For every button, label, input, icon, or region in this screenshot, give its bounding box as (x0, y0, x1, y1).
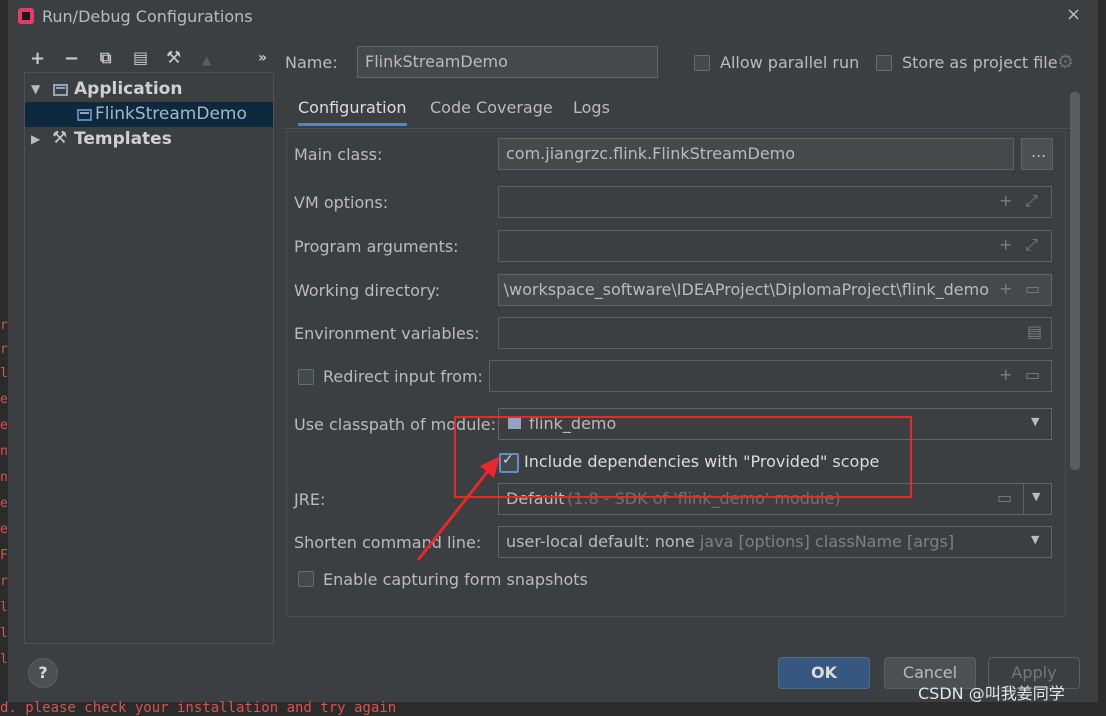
editor-fragment: e (0, 418, 8, 433)
title-bar: Run/Debug Configurations × (8, 0, 1098, 34)
expand-icon[interactable]: ⤢ (1025, 235, 1038, 255)
editor-fragment: r (0, 342, 8, 357)
tree-label: Application (74, 79, 183, 99)
redirect-input-field[interactable]: + ▭ (489, 360, 1052, 392)
console-output: d. please check your installation and tr… (0, 700, 397, 716)
annotation-highlight-box (454, 416, 912, 498)
editor-fragment: l (0, 366, 8, 381)
allow-parallel-checkbox[interactable] (694, 55, 710, 71)
editor-fragment: e (0, 522, 8, 537)
editor-fragment: e (0, 496, 8, 511)
browse-button[interactable]: ... (1021, 138, 1053, 170)
shorten-command-select[interactable]: user-local default: none - java [options… (498, 526, 1052, 558)
tab-configuration[interactable]: Configuration (298, 98, 407, 126)
ok-button[interactable]: OK (778, 657, 870, 689)
store-project-label: Store as project file (902, 53, 1058, 72)
document-icon[interactable]: ▤ (1027, 322, 1042, 341)
intellij-logo-icon (18, 8, 34, 24)
tab-divider (284, 128, 1070, 129)
watermark: CSDN @叫我姜同学 (918, 684, 1065, 703)
store-project-checkbox[interactable] (876, 55, 892, 71)
add-icon[interactable]: + (999, 235, 1012, 254)
working-directory-label: Working directory: (294, 281, 441, 300)
chevron-down-icon[interactable]: ▼ (1032, 490, 1040, 503)
application-icon (53, 84, 68, 96)
main-class-input[interactable]: com.jiangrzc.flink.FlinkStreamDemo (498, 138, 1014, 170)
capture-snapshots-checkbox[interactable] (298, 571, 314, 587)
dialog-title: Run/Debug Configurations (42, 7, 253, 26)
expand-icon[interactable]: ⤢ (1025, 191, 1038, 211)
allow-parallel-label: Allow parallel run (720, 53, 860, 72)
vm-options-label: VM options: (294, 193, 389, 212)
remove-icon[interactable]: − (64, 48, 79, 69)
editor-fragment: l (0, 626, 8, 641)
wrench-icon[interactable]: ⚒ (166, 48, 181, 68)
working-directory-input[interactable]: D:\workspace_software\IDEAProject\Diplom… (498, 274, 1052, 306)
chevron-down-icon[interactable]: ▼ (1031, 533, 1039, 546)
annotation-arrow-icon (416, 456, 500, 561)
main-class-label: Main class: (294, 145, 383, 164)
editor-fragment: l (0, 600, 8, 615)
tree-item-templates[interactable]: ▶ ⚒ Templates (25, 127, 273, 152)
editor-fragment: F (0, 548, 8, 563)
add-icon[interactable]: + (30, 48, 45, 69)
move-up-icon[interactable]: ▲ (202, 53, 211, 67)
name-input[interactable]: FlinkStreamDemo (357, 46, 658, 78)
tree-item-flinkstreamdemo[interactable]: FlinkStreamDemo (25, 102, 273, 127)
help-button[interactable]: ? (28, 658, 58, 688)
name-label: Name: (285, 53, 338, 72)
run-debug-dialog: Run/Debug Configurations × + − ⧉ ▤ ⚒ ▲ »… (8, 0, 1098, 702)
program-arguments-input[interactable]: + ⤢ (498, 230, 1052, 262)
folder-icon[interactable]: ▭ (997, 488, 1012, 507)
folder-icon[interactable]: ▭ (1025, 365, 1040, 384)
tree-label: Templates (74, 129, 172, 149)
editor-fragment: r (0, 318, 8, 333)
scrollbar[interactable] (1070, 92, 1080, 470)
copy-icon[interactable]: ⧉ (100, 48, 111, 68)
tab-code-coverage[interactable]: Code Coverage (430, 98, 553, 117)
editor-fragment: l (0, 652, 8, 667)
chevron-down-icon[interactable]: ▼ (1031, 415, 1039, 428)
tree-label: FlinkStreamDemo (95, 104, 247, 124)
folder-icon[interactable]: ▭ (1025, 279, 1040, 298)
editor-fragment: n (0, 444, 8, 459)
save-icon[interactable]: ▤ (133, 48, 148, 67)
jre-label: JRE: (294, 490, 326, 509)
jre-dropdown[interactable]: ▼ (1023, 483, 1052, 515)
config-tree: ▼ Application FlinkStreamDemo ▶ ⚒ Templa… (24, 72, 274, 644)
capture-snapshots-label: Enable capturing form snapshots (323, 570, 588, 589)
collapsed-arrow-icon[interactable]: ▶ (31, 132, 40, 146)
redirect-input-checkbox[interactable] (298, 369, 314, 385)
application-icon (77, 109, 92, 121)
editor-fragment: n (0, 470, 8, 485)
add-icon[interactable]: + (999, 365, 1012, 384)
editor-fragment: e (0, 392, 8, 407)
tab-logs[interactable]: Logs (573, 98, 610, 117)
tree-item-application[interactable]: ▼ Application (25, 77, 273, 102)
expanded-arrow-icon[interactable]: ▼ (31, 82, 40, 96)
editor-fragment: r (0, 574, 8, 589)
environment-variables-input[interactable]: ▤ (498, 317, 1052, 349)
close-icon[interactable]: × (1066, 4, 1081, 25)
gear-icon[interactable]: ⚙ (1057, 51, 1074, 73)
environment-variables-label: Environment variables: (294, 324, 480, 343)
add-icon[interactable]: + (999, 279, 1012, 298)
add-icon[interactable]: + (999, 191, 1012, 210)
program-arguments-label: Program arguments: (294, 237, 459, 256)
more-icon[interactable]: » (258, 50, 267, 66)
redirect-input-label: Redirect input from: (323, 367, 483, 386)
wrench-icon: ⚒ (52, 128, 68, 148)
vm-options-input[interactable]: + ⤢ (498, 186, 1052, 218)
